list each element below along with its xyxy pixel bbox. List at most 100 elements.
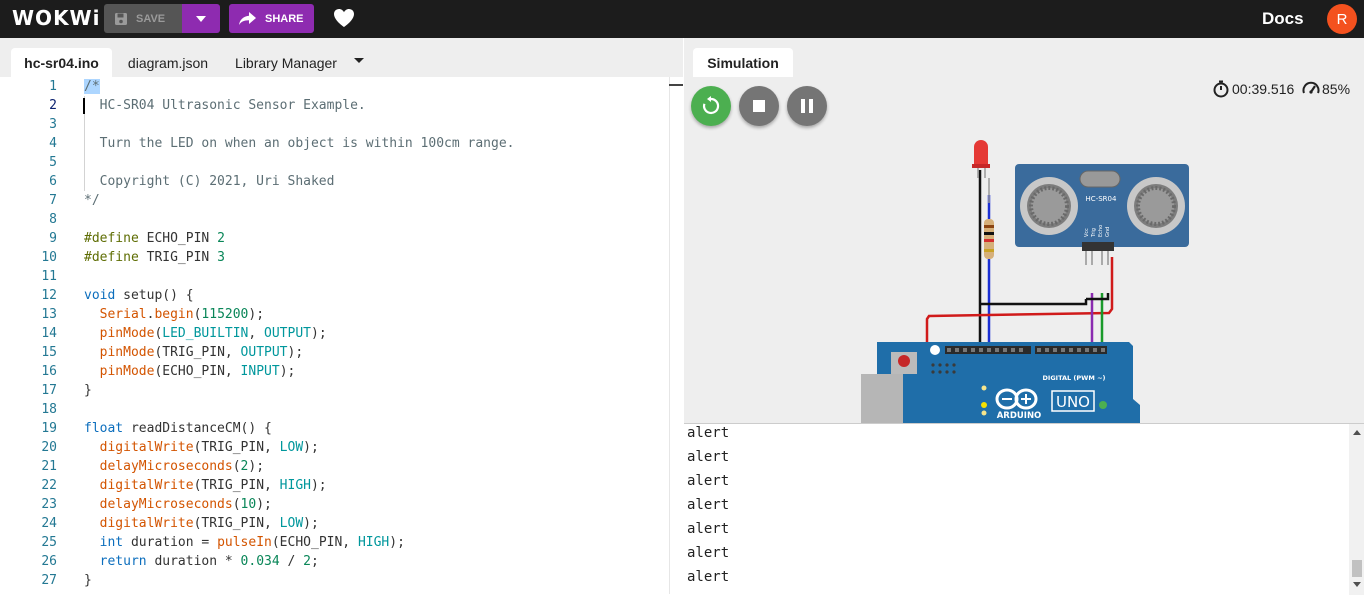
scroll-up-arrow-icon[interactable] [1353,430,1361,435]
more-tabs-chevron-icon[interactable] [354,58,364,63]
code-token: 10 [240,497,257,512]
line-number: 1 [49,79,57,94]
code-line[interactable]: 1 /* [0,77,669,96]
serial-scroll-thumb[interactable] [1352,560,1362,577]
heart-icon[interactable] [333,8,355,28]
code-line[interactable]: 26 return duration * 0.034 / 2; [0,552,669,571]
code-line[interactable]: 2 HC-SR04 Ultrasonic Sensor Example. [0,96,669,115]
save-button-label: SAVE [136,12,166,25]
share-button-label: SHARE [265,12,304,25]
code-token: begin [154,307,194,322]
code-line[interactable]: 20 digitalWrite(TRIG_PIN, LOW); [0,438,669,457]
code-line[interactable]: 8 [0,210,669,229]
board-model-label: UNO [1056,393,1090,411]
code-line[interactable]: 13 Serial.begin(115200); [0,305,669,324]
indent-guide [84,153,85,172]
code-line[interactable]: 19 float readDistanceCM() { [0,419,669,438]
code-token: pinMode [99,345,155,360]
line-number: 7 [49,193,57,208]
code-line[interactable]: 4 Turn the LED on when an object is with… [0,134,669,153]
code-line[interactable]: 23 delayMicroseconds(10); [0,495,669,514]
code-line[interactable]: 16 pinMode(ECHO_PIN, INPUT); [0,362,669,381]
code-line[interactable]: 22 digitalWrite(TRIG_PIN, HIGH); [0,476,669,495]
save-options-dropdown[interactable] [182,4,220,33]
code-line[interactable]: 17} [0,381,669,400]
restart-button[interactable] [691,86,731,126]
scroll-down-arrow-icon[interactable] [1353,582,1361,587]
code-line[interactable]: 25 int duration = pulseIn(ECHO_PIN, HIGH… [0,533,669,552]
editor-scrollbar[interactable] [669,77,683,594]
code-token: digitalWrite [99,478,194,493]
hc-sr04-sensor[interactable]: HC-SR04 Vcc Trig Echo Gnd [1015,164,1189,265]
code-line[interactable]: 7 */ [0,191,669,210]
code-token: pulseIn [217,535,272,550]
code-token: 2 [303,554,311,569]
wire-sensor-gnd[interactable] [979,299,1088,306]
code-line[interactable]: 12 void setup() { [0,286,669,305]
code-token: readDistanceCM() { [123,421,272,436]
code-line[interactable]: 18 [0,400,669,419]
share-button[interactable]: SHARE [229,4,314,33]
tab-simulation[interactable]: Simulation [693,48,793,77]
wokwi-logo[interactable]: WOKWi [12,6,100,30]
code-token: OUTPUT [264,326,311,341]
code-text: Copyright (C) 2021, Uri Shaked [84,172,335,191]
line-number: 27 [41,573,57,588]
code-area[interactable]: 1 /* 2 HC-SR04 Ultrasonic Sensor Example. 3… [0,77,669,594]
save-button[interactable]: SAVE [104,4,182,33]
tab-library-manager[interactable]: Library Manager [226,48,346,77]
code-token: duration = [123,535,218,550]
code-line[interactable]: 21 delayMicroseconds(2); [0,457,669,476]
pin-label-trig: Trig [1091,228,1097,238]
code-token: ); [311,326,327,341]
code-line[interactable]: 24 digitalWrite(TRIG_PIN, LOW); [0,514,669,533]
line-number: 25 [41,535,57,550]
code-token: ); [287,345,304,360]
serial-line: alert [687,545,730,561]
line-number: 15 [41,345,57,360]
code-token: */ [84,193,100,208]
code-token: HC-SR04 Ultrasonic Sensor Example. [84,98,366,113]
user-avatar[interactable]: R [1327,4,1357,34]
code-token: (TRIG_PIN, [193,516,280,531]
line-number: 24 [41,516,57,531]
code-text: delayMicroseconds(2); [84,457,264,476]
code-token: , [248,326,265,341]
line-number: 22 [41,478,57,493]
tab-diagram-json[interactable]: diagram.json [118,48,218,77]
code-line[interactable]: 5 [0,153,669,172]
code-line[interactable]: 3 [0,115,669,134]
code-token: 0.034 [240,554,280,569]
docs-link[interactable]: Docs [1262,9,1304,29]
code-token: ; [311,554,319,569]
arduino-uno-board[interactable]: DIGITAL (PWM ~) UNO ARDUINO [861,342,1140,423]
line-number: 13 [41,307,57,322]
code-token: digitalWrite [99,440,194,455]
serial-line: alert [687,449,730,465]
code-line[interactable]: 11 [0,267,669,286]
code-token: (TRIG_PIN, [193,478,280,493]
code-line[interactable]: 10 #define TRIG_PIN 3 [0,248,669,267]
tab-hc-sr04-ino[interactable]: hc-sr04.ino [11,48,112,77]
code-line[interactable]: 6 Copyright (C) 2021, Uri Shaked [0,172,669,191]
code-line[interactable]: 14 pinMode(LED_BUILTIN, OUTPUT); [0,324,669,343]
line-number: 6 [49,174,57,189]
serial-monitor[interactable]: alert alert alert alert alert alert alert [684,423,1364,595]
pause-button[interactable] [787,86,827,126]
code-text: delayMicroseconds(10); [84,495,272,514]
code-line[interactable]: 27} [0,571,669,590]
board-brand-label: ARDUINO [997,411,1042,421]
indent-guide [84,115,85,134]
code-text: HC-SR04 Ultrasonic Sensor Example. [84,96,366,115]
circuit-canvas[interactable]: HC-SR04 Vcc Trig Echo Gnd DIGITAL (PWM ~… [684,133,1364,423]
line-number: 5 [49,155,57,170]
serial-line: alert [687,473,730,489]
code-token: return [99,554,147,569]
code-line[interactable]: 9 #define ECHO_PIN 2 [0,229,669,248]
code-text: Turn the LED on when an object is within… [84,134,515,153]
stop-button[interactable] [739,86,779,126]
stop-icon [753,100,765,112]
code-line[interactable]: 15 pinMode(TRIG_PIN, OUTPUT); [0,343,669,362]
